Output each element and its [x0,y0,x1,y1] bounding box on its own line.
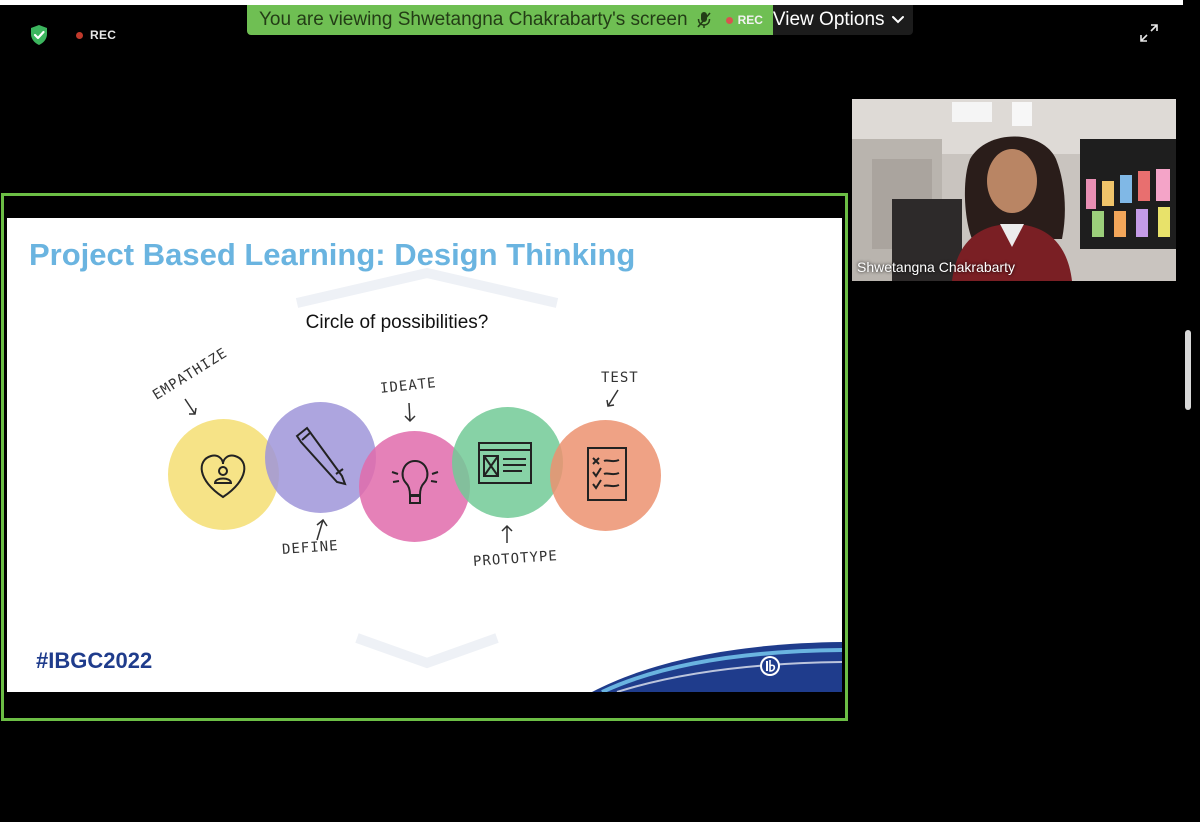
view-options-button[interactable]: View Options [772,5,913,35]
banner-recording-label: REC [737,13,763,27]
ib-logo [759,654,839,678]
footer-swoosh [592,642,842,692]
chevron-down-icon [891,16,904,24]
banner-recording-dot-icon [725,16,733,24]
shield-check-icon[interactable] [29,24,49,46]
participant-video-tile[interactable]: Shwetangna Chakrabarty [852,99,1176,281]
mic-off-icon [696,12,711,28]
recording-label: REC [90,28,117,42]
banner-recording-indicator: REC [725,13,763,27]
scrollbar-thumb[interactable] [1185,330,1191,410]
viewing-notice-text: You are viewing Shwetangna Chakrabarty's… [259,9,688,30]
viewing-notice: You are viewing Shwetangna Chakrabarty's… [247,5,773,35]
participant-video [852,99,1176,281]
recording-indicator: REC [76,28,116,42]
view-options-label: View Options [772,9,885,30]
presentation-slide: Project Based Learning: Design Thinking … [7,218,842,692]
ib-logo-mark [760,656,780,676]
participant-name: Shwetangna Chakrabarty [857,259,1015,275]
recording-dot-icon [76,31,83,39]
screen-share-banner: You are viewing Shwetangna Chakrabarty's… [247,5,913,35]
shared-screen: Project Based Learning: Design Thinking … [1,193,848,721]
fullscreen-icon[interactable] [1140,24,1158,42]
